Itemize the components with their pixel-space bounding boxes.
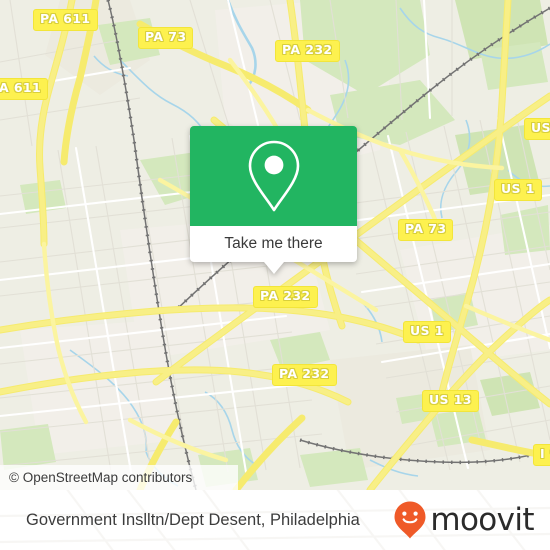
route-shield: US <box>524 118 550 140</box>
route-shield: PA 232 <box>275 40 340 62</box>
route-shield: US 1 <box>403 321 451 343</box>
moovit-wordmark: moovit <box>430 501 534 538</box>
popup-header <box>190 126 357 226</box>
route-shield: US 13 <box>422 390 479 412</box>
map-marker-popup[interactable]: Take me there <box>190 126 357 274</box>
route-shield: US 1 <box>494 179 542 201</box>
moovit-map-page: .land { fill:#eeeee4; } .park { fill:#d4… <box>0 0 550 550</box>
route-shield: PA 611 <box>33 9 98 31</box>
take-me-there-label: Take me there <box>224 235 323 252</box>
moovit-logo[interactable]: moovit <box>393 500 535 540</box>
moovit-pin-icon <box>394 501 426 539</box>
route-shield: PA 73 <box>138 27 194 49</box>
map-attribution[interactable]: © OpenStreetMap contributors <box>0 465 238 490</box>
location-title: Government Inslltn/Dept Desent, Philadel… <box>26 510 360 529</box>
footer-bar: Government Inslltn/Dept Desent, Philadel… <box>0 490 550 550</box>
take-me-there-button[interactable]: Take me there <box>190 226 357 262</box>
route-shield: PA 73 <box>398 219 454 241</box>
map-pin-icon <box>248 140 299 212</box>
route-shield: A 611 <box>0 78 49 100</box>
map-canvas[interactable]: .land { fill:#eeeee4; } .park { fill:#d4… <box>0 0 550 490</box>
route-shield: PA 232 <box>272 364 337 386</box>
route-shield: I 9 <box>533 444 550 466</box>
route-shield: PA 232 <box>253 286 318 308</box>
popup-pointer <box>263 262 284 274</box>
attribution-text: © OpenStreetMap contributors <box>9 470 193 485</box>
